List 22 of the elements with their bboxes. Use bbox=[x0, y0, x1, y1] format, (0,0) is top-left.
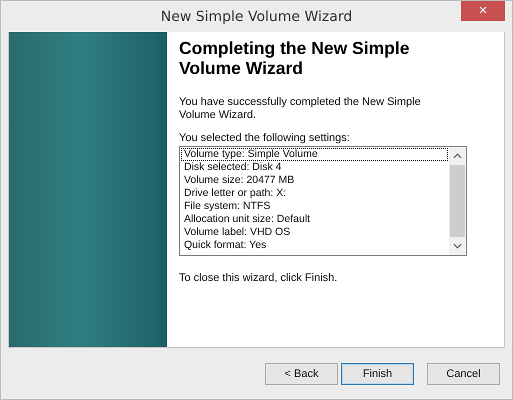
wizard-button[interactable]: Cancel bbox=[427, 362, 500, 384]
settings-item: Quick format: Yes bbox=[183, 239, 268, 252]
settings-item: Drive letter or path: X: bbox=[183, 187, 288, 200]
settings-item: Disk selected: Disk 4 bbox=[183, 161, 282, 174]
settings-item: Volume size: 20477 MB bbox=[183, 174, 296, 187]
wizard-button[interactable]: Finish bbox=[341, 362, 414, 384]
scroll-down-icon[interactable] bbox=[453, 243, 462, 249]
settings-label: You selected the following settings: bbox=[179, 132, 351, 145]
settings-item: Allocation unit size: Default bbox=[183, 213, 312, 226]
settings-list[interactable]: Volume type: Simple Volume Disk selected: Disk 4 Volume size: 20477 MB Drive letter or path: X: File system: NTFS Allocation unit size: Default Volume label: VHD OS Quick format: Yes bbox=[179, 146, 467, 256]
intro-text: You have successfully completed the New Simple Volume Wizard. bbox=[179, 96, 422, 122]
window-title: New Simple Volume Wizard bbox=[160, 8, 352, 24]
settings-item: File system: NTFS bbox=[183, 200, 272, 213]
closing-text: To close this wizard, click Finish. bbox=[179, 272, 338, 285]
close-button[interactable]: × bbox=[461, 1, 505, 21]
scroll-thumb[interactable] bbox=[450, 165, 465, 237]
settings-item: Volume type: Simple Volume bbox=[181, 148, 448, 161]
wizard-button[interactable]: < Back bbox=[265, 362, 338, 384]
settings-item: Volume label: VHD OS bbox=[183, 226, 292, 239]
scrollbar[interactable] bbox=[449, 147, 466, 255]
scroll-up-icon[interactable] bbox=[453, 153, 462, 159]
wizard-heading: Completing the New Simple Volume Wizard bbox=[179, 38, 410, 78]
